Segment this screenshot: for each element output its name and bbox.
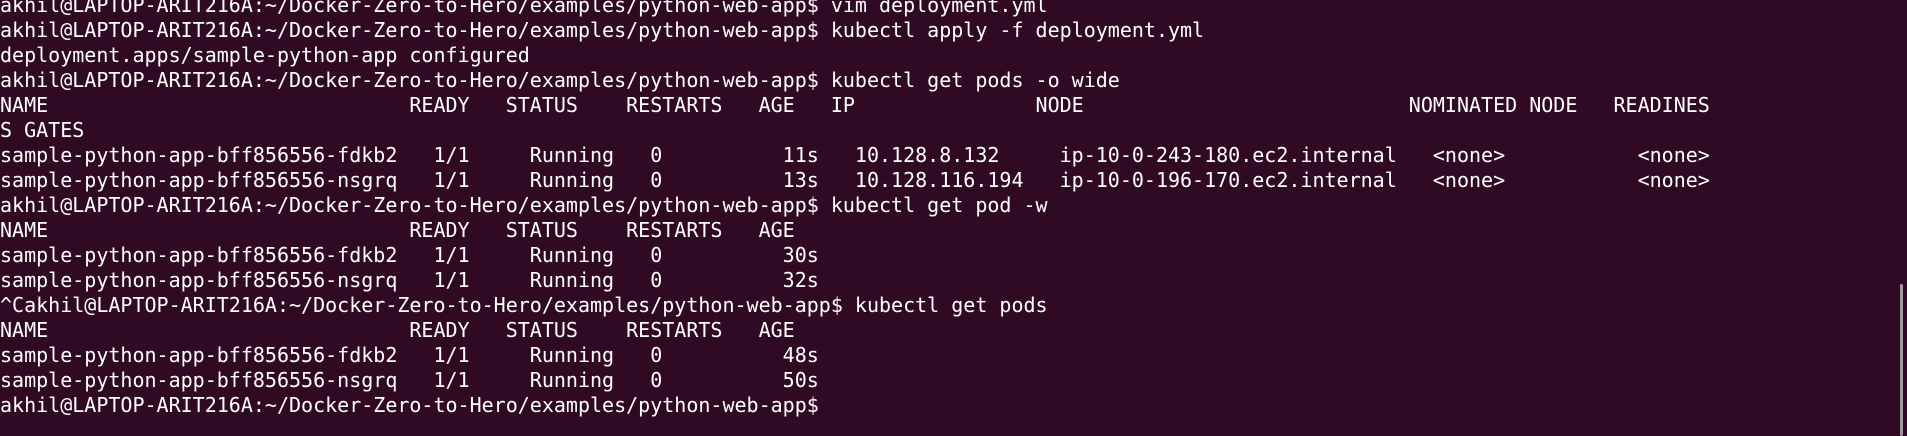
cursor (819, 394, 830, 416)
output-line: akhil@LAPTOP-ARIT216A:~/Docker-Zero-to-H… (0, 193, 1048, 217)
terminal-window[interactable]: akhil@LAPTOP-ARIT216A:~/Docker-Zero-to-H… (0, 0, 1907, 436)
output-line: akhil@LAPTOP-ARIT216A:~/Docker-Zero-to-H… (0, 18, 1205, 42)
output-line: sample-python-app-bff856556-nsgrq 1/1 Ru… (0, 368, 819, 392)
scrollbar[interactable] (1893, 0, 1907, 436)
scrollbar-thumb[interactable] (1900, 284, 1903, 436)
output-line: akhil@LAPTOP-ARIT216A:~/Docker-Zero-to-H… (0, 68, 1120, 92)
prompt-text: akhil@LAPTOP-ARIT216A:~/Docker-Zero-to-H… (0, 393, 819, 417)
output-line: sample-python-app-bff856556-nsgrq 1/1 Ru… (0, 168, 1710, 192)
output-line: sample-python-app-bff856556-fdkb2 1/1 Ru… (0, 343, 819, 367)
terminal-output: akhil@LAPTOP-ARIT216A:~/Docker-Zero-to-H… (0, 0, 1710, 418)
output-line: sample-python-app-bff856556-fdkb2 1/1 Ru… (0, 243, 819, 267)
output-line: sample-python-app-bff856556-fdkb2 1/1 Ru… (0, 143, 1710, 167)
output-line: deployment.apps/sample-python-app config… (0, 43, 530, 67)
output-line: NAME READY STATUS RESTARTS AGE IP NODE N… (0, 93, 1710, 117)
output-line: sample-python-app-bff856556-nsgrq 1/1 Ru… (0, 268, 819, 292)
output-line: NAME READY STATUS RESTARTS AGE (0, 218, 795, 242)
prompt-line[interactable]: akhil@LAPTOP-ARIT216A:~/Docker-Zero-to-H… (0, 393, 1710, 418)
output-line: akhil@LAPTOP-ARIT216A:~/Docker-Zero-to-H… (0, 0, 1048, 17)
output-line: ^Cakhil@LAPTOP-ARIT216A:~/Docker-Zero-to… (0, 293, 1048, 317)
output-line: S GATES (0, 118, 85, 142)
output-line: NAME READY STATUS RESTARTS AGE (0, 318, 795, 342)
